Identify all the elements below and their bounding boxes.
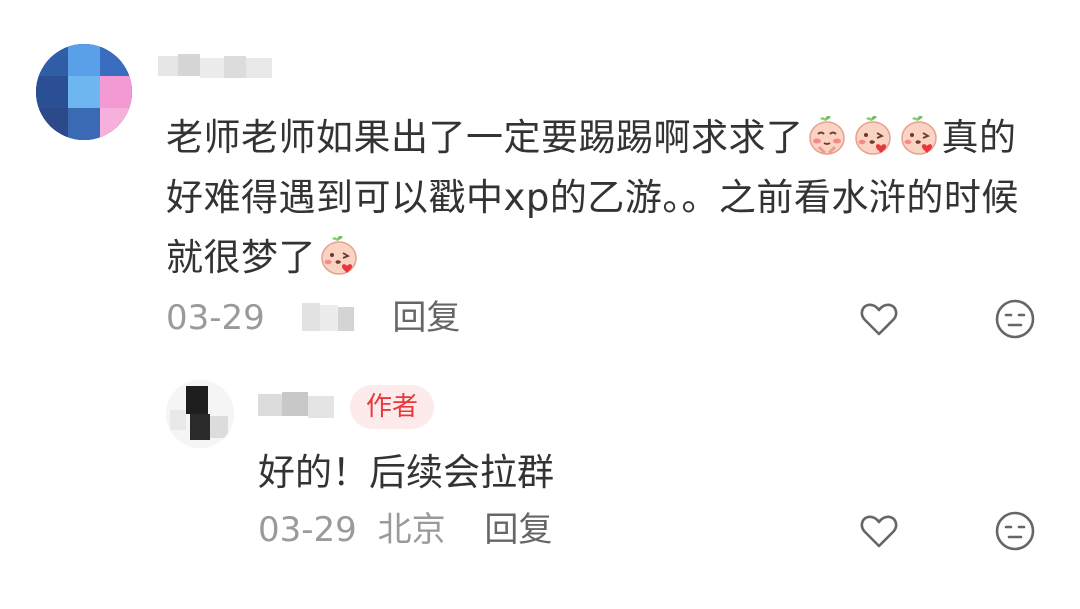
kissing-radish-emoji	[317, 233, 361, 277]
reply-location: 北京	[377, 510, 446, 550]
comment-meta: 03-29 回复	[166, 298, 460, 338]
heart-icon[interactable]	[857, 509, 901, 553]
comment-reply-button[interactable]: 回复	[392, 298, 460, 338]
commenter-avatar[interactable]	[36, 44, 132, 140]
reply-meta: 03-29 北京 回复	[258, 510, 552, 550]
kissing-radish-emoji	[851, 113, 895, 157]
comment-text-part1: 老师老师如果出了一定要踢踢啊求求了	[166, 116, 804, 159]
author-badge: 作者	[350, 385, 435, 429]
commenter-username-blurred[interactable]	[158, 50, 276, 84]
kissing-radish-emoji	[897, 113, 941, 157]
comment-location-blurred	[301, 301, 356, 333]
reply-text: 好的！后续会拉群	[258, 451, 554, 494]
neutral-face-icon[interactable]	[993, 297, 1037, 341]
author-username-blurred[interactable]	[258, 388, 338, 422]
reply-reply-button[interactable]: 回复	[484, 510, 552, 550]
neutral-face-icon[interactable]	[993, 509, 1037, 553]
reply-date: 03-29	[258, 510, 357, 550]
heart-icon[interactable]	[857, 297, 901, 341]
comment-text: 老师老师如果出了一定要踢踢啊求求了 真的好难得遇到可以戳中xp的乙游。。之前看水浒…	[166, 108, 1036, 288]
blushing-radish-emoji	[805, 113, 849, 157]
author-avatar[interactable]	[166, 380, 234, 448]
comment-date: 03-29	[166, 298, 265, 338]
